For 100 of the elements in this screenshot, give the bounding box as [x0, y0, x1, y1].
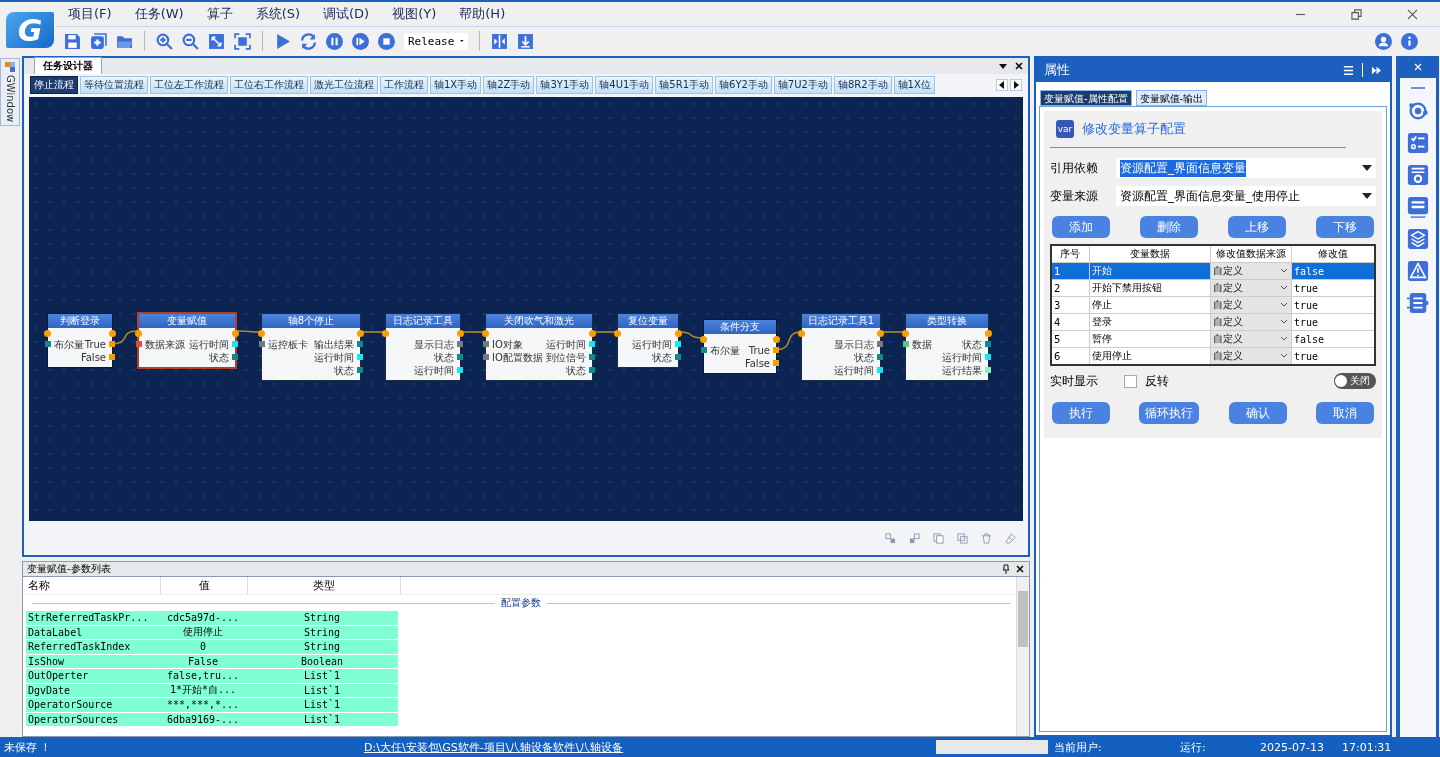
flow-in-port[interactable]: [382, 330, 389, 337]
scroll-right-icon[interactable]: [1010, 79, 1022, 91]
flow-tab[interactable]: 激光工位流程: [310, 76, 378, 94]
flow-out-port[interactable]: [985, 330, 992, 337]
source-dropdown[interactable]: 自定义: [1211, 263, 1291, 279]
flow-out-port[interactable]: [457, 330, 464, 337]
scroll-left-icon[interactable]: [996, 79, 1008, 91]
download-icon[interactable]: [517, 32, 534, 50]
column-header[interactable]: 类型: [248, 577, 401, 594]
info-icon[interactable]: [1401, 32, 1418, 50]
menu-item[interactable]: 系统(S): [255, 5, 301, 23]
minimize-icon[interactable]: [1410, 86, 1425, 90]
table-cell[interactable]: false: [1291, 262, 1375, 280]
zoom-out-icon[interactable]: [182, 32, 199, 50]
flow-tab[interactable]: 轴6Y2手动: [715, 76, 772, 94]
flow-out-port[interactable]: [675, 330, 682, 337]
panel-tab[interactable]: 任务设计器: [34, 57, 102, 74]
layers-icon[interactable]: [1406, 228, 1429, 250]
split-icon[interactable]: [491, 32, 508, 50]
source-dropdown[interactable]: 自定义: [1211, 331, 1291, 347]
input-port[interactable]: [903, 341, 909, 347]
side-tab[interactable]: GWindow: [0, 58, 20, 127]
fit-icon[interactable]: [208, 32, 225, 50]
flow-out-port[interactable]: [589, 330, 596, 337]
flow-in-port[interactable]: [798, 330, 805, 337]
table-cell[interactable]: 登录: [1089, 313, 1211, 331]
table-cell[interactable]: 1: [1051, 262, 1090, 280]
flow-node[interactable]: 日志记录工具1 显示日志 状态 运行时间: [801, 313, 881, 381]
action-button[interactable]: 确认: [1228, 402, 1287, 424]
flow-node[interactable]: 判断登录 布尔量True False: [47, 313, 113, 368]
stop-icon[interactable]: [378, 32, 395, 50]
settings-icon[interactable]: [1406, 164, 1429, 186]
close-icon[interactable]: [1014, 61, 1024, 71]
table-cell[interactable]: 3: [1051, 296, 1090, 314]
flow-node[interactable]: 复位变量 运行时间 状态: [617, 313, 679, 368]
restore-icon[interactable]: [1351, 8, 1362, 20]
align-icon[interactable]: [885, 532, 896, 544]
flow-in-port[interactable]: [614, 330, 621, 337]
action-button[interactable]: 下移: [1316, 216, 1374, 238]
flow-node[interactable]: 日志记录工具 显示日志 状态 运行时间: [385, 313, 461, 381]
flow-tab[interactable]: 轴2Z手动: [483, 76, 535, 94]
flow-node[interactable]: 条件分支 布尔量 True False: [703, 319, 777, 374]
input-port[interactable]: [45, 341, 51, 347]
layout-icon[interactable]: [1406, 196, 1429, 218]
close-icon[interactable]: [1015, 564, 1025, 574]
menu-item[interactable]: 项目(F): [68, 5, 112, 23]
tab[interactable]: 变量赋值-属性配置: [1040, 90, 1132, 106]
refresh-icon[interactable]: [300, 32, 317, 50]
action-button[interactable]: 取消: [1316, 402, 1374, 424]
fast-forward-icon[interactable]: [1371, 64, 1382, 76]
table-cell[interactable]: 2: [1051, 279, 1090, 297]
flow-out-port[interactable]: [773, 336, 780, 343]
combo-box[interactable]: 资源配置_界面信息变量_使用停止: [1116, 186, 1376, 206]
table-cell[interactable]: 开始: [1089, 262, 1211, 280]
source-dropdown[interactable]: 自定义: [1211, 348, 1291, 364]
flow-in-port[interactable]: [258, 330, 265, 337]
flow-tab[interactable]: 工作流程: [380, 76, 428, 94]
scrollbar[interactable]: [1016, 577, 1029, 736]
flow-tab[interactable]: 轴3Y1手动: [536, 76, 594, 94]
menu-item[interactable]: 调试(D): [323, 5, 370, 23]
combo-box[interactable]: 资源配置_界面信息变量: [1116, 158, 1376, 178]
table-cell[interactable]: 5: [1051, 330, 1090, 348]
orbit-icon[interactable]: [1406, 100, 1429, 122]
table-cell[interactable]: 停止: [1089, 296, 1211, 314]
checklist-icon[interactable]: [1406, 132, 1429, 154]
step-icon[interactable]: [352, 32, 369, 50]
dropdown-icon[interactable]: [998, 61, 1008, 71]
column-header[interactable]: 值: [161, 577, 248, 594]
fullscreen-icon[interactable]: [234, 32, 251, 50]
flow-tab[interactable]: 轴8R2手动: [833, 76, 892, 94]
build-config-dropdown[interactable]: Release: [404, 32, 468, 50]
pin-icon[interactable]: [1001, 564, 1011, 574]
flow-node[interactable]: 变量赋值 数据来源 运行时间 状态: [137, 312, 237, 369]
input-port[interactable]: [483, 341, 489, 347]
flow-tab[interactable]: 等待位置流程: [80, 76, 148, 94]
table-cell[interactable]: 4: [1051, 313, 1090, 331]
menu-icon[interactable]: [1343, 64, 1354, 76]
action-button[interactable]: 循环执行: [1139, 402, 1200, 424]
flow-in-port[interactable]: [44, 330, 51, 337]
flow-in-port[interactable]: [700, 336, 707, 343]
input-port[interactable]: [136, 341, 142, 347]
tab[interactable]: 变量赋值-输出: [1135, 90, 1208, 106]
flow-out-port[interactable]: [357, 330, 364, 337]
toggle-switch[interactable]: 关闭: [1334, 373, 1376, 389]
zoom-in-icon[interactable]: [156, 32, 173, 50]
flow-out-port[interactable]: [877, 330, 884, 337]
checkbox[interactable]: [1124, 374, 1137, 388]
flow-node[interactable]: 关闭吹气和激光 IO对象 运行时间 IO配置数据 到位信号 状态: [485, 313, 593, 381]
user-icon[interactable]: [1375, 32, 1392, 50]
flow-tab[interactable]: 工位左工作流程: [150, 76, 228, 94]
table-cell[interactable]: 使用停止: [1089, 347, 1211, 365]
flow-tab[interactable]: 轴1X位: [893, 76, 935, 94]
input-port[interactable]: [701, 347, 707, 353]
pause-icon[interactable]: [326, 32, 343, 50]
table-cell[interactable]: 6: [1051, 347, 1090, 365]
menu-item[interactable]: 任务(W): [134, 5, 184, 23]
source-dropdown[interactable]: 自定义: [1211, 297, 1291, 313]
project-path-link[interactable]: D:\大任\安装包\GS软件-项目\八轴设备软件\八轴设备: [364, 739, 936, 755]
list-icon[interactable]: [1406, 292, 1429, 314]
flow-tab[interactable]: 轴1X手动: [430, 76, 482, 94]
